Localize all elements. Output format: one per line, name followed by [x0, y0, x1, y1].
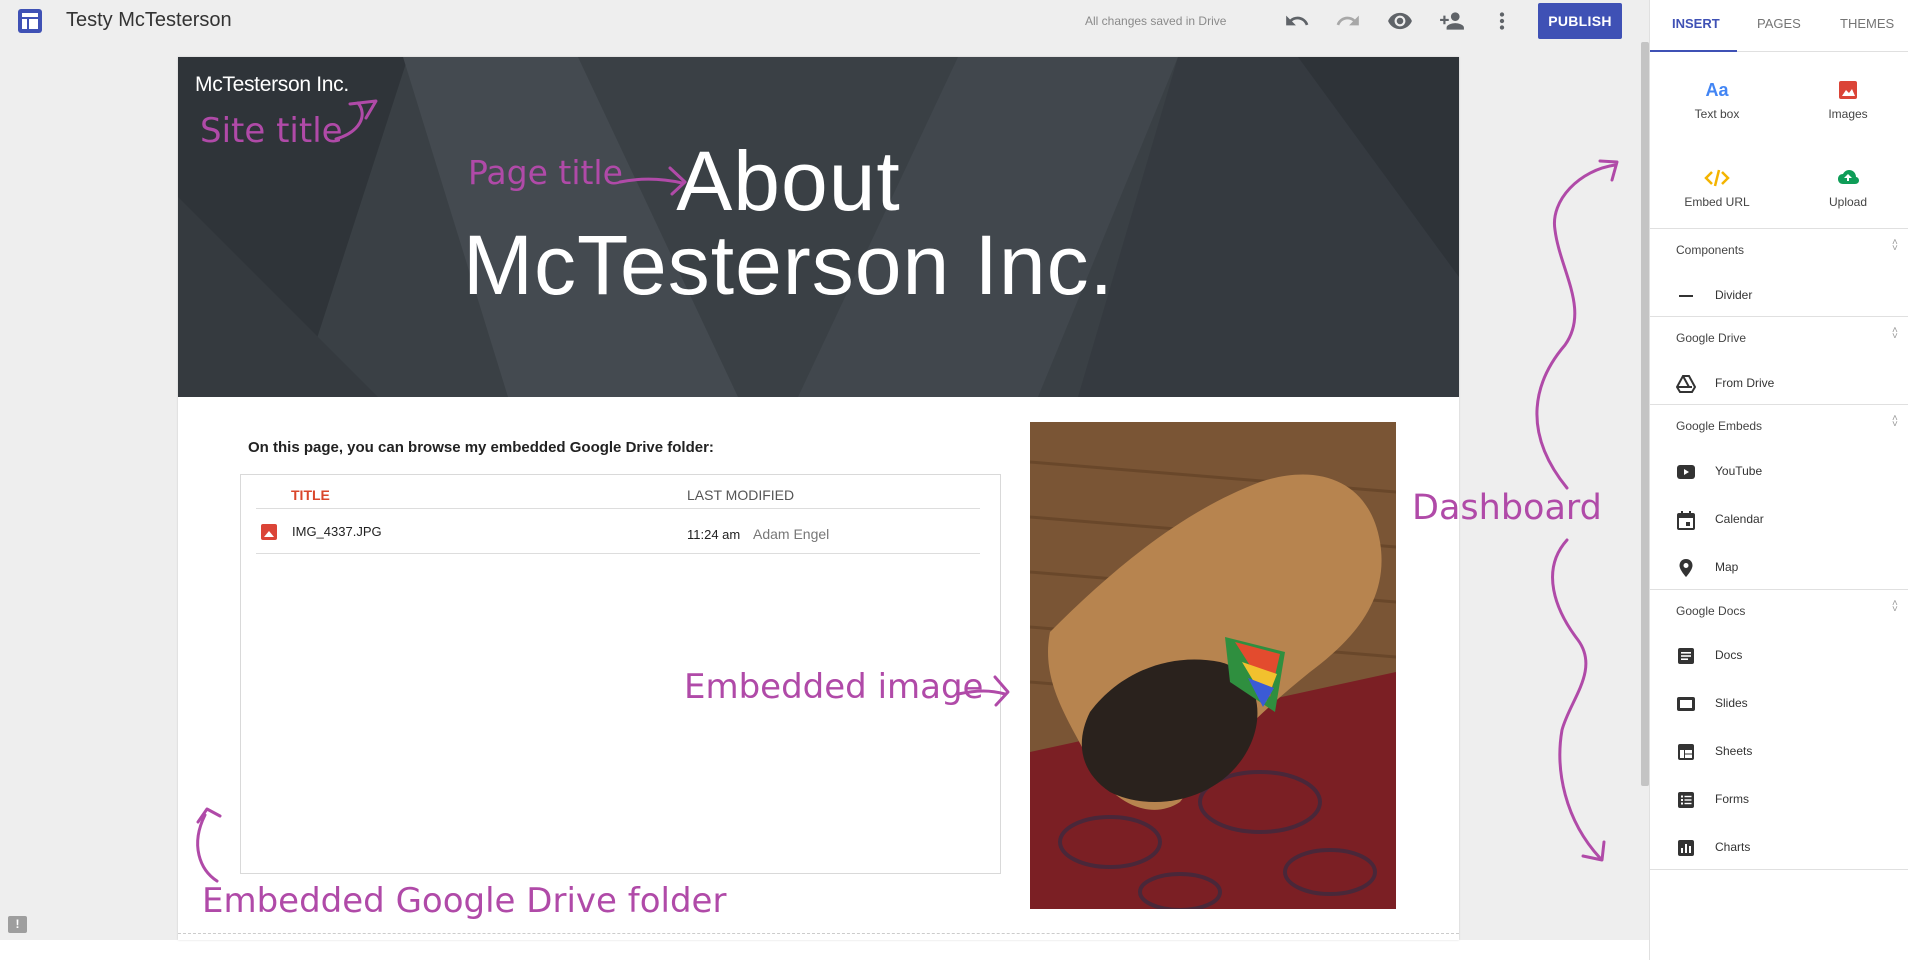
publish-button[interactable]: PUBLISH [1538, 3, 1622, 39]
page-title-line-2: McTesterson Inc. [463, 218, 1114, 312]
map-label: Map [1715, 560, 1739, 574]
insert-youtube-item[interactable]: YouTube [1650, 453, 1908, 489]
file-name[interactable]: IMG_4337.JPG [292, 524, 382, 539]
divider-icon [1676, 286, 1696, 306]
tab-insert[interactable]: INSERT [1672, 16, 1720, 31]
top-bar: Testy McTesterson All changes saved in D… [0, 0, 1649, 42]
page-header[interactable]: McTesterson Inc. About McTesterson Inc. [178, 57, 1459, 397]
tab-pages[interactable]: PAGES [1757, 16, 1801, 31]
drive-icon [1675, 374, 1697, 394]
insert-images-label: Images [1828, 107, 1868, 121]
image-icon [1834, 78, 1862, 102]
preview-eye-icon[interactable] [1387, 8, 1413, 34]
section-divider [178, 933, 1459, 934]
upload-label: Upload [1828, 195, 1868, 209]
section-google-embeds-title: Google Embeds [1676, 419, 1763, 433]
insert-calendar-item[interactable]: Calendar [1650, 501, 1908, 537]
page-title[interactable]: About McTesterson Inc. [178, 139, 1459, 307]
embed-url-label: Embed URL [1684, 195, 1750, 209]
insert-text-box-label: Text box [1694, 107, 1740, 121]
code-icon [1703, 166, 1731, 190]
from-drive-label: From Drive [1715, 376, 1775, 390]
embed-url-button[interactable]: Embed URL [1662, 166, 1772, 236]
collapse-icon[interactable]: ˄ ˅ [1892, 326, 1898, 342]
drive-table-header: TITLE LAST MODIFIED [256, 475, 980, 509]
insert-text-box-button[interactable]: Aa Text box [1662, 78, 1772, 148]
insert-forms-item[interactable]: Forms [1650, 781, 1908, 817]
embedded-image[interactable] [1030, 422, 1396, 909]
annotation-page-title: Page title [468, 153, 623, 192]
dog-photo-image [1030, 422, 1396, 909]
map-pin-icon [1676, 558, 1696, 578]
cloud-upload-icon [1834, 166, 1862, 190]
collapse-icon[interactable]: ˄ ˅ [1892, 414, 1898, 430]
active-tab-indicator [1650, 50, 1737, 52]
calendar-label: Calendar [1715, 512, 1764, 526]
site-name[interactable]: Testy McTesterson [66, 9, 232, 32]
insert-sheets-item[interactable]: Sheets [1650, 733, 1908, 769]
insert-slides-item[interactable]: Slides [1650, 685, 1908, 721]
page-title-line-1: About [676, 134, 901, 228]
forms-icon [1676, 790, 1696, 810]
section-components[interactable]: Components ˄ ˅ [1650, 228, 1908, 264]
section-google-drive[interactable]: Google Drive ˄ ˅ [1650, 316, 1908, 352]
annotation-embedded-image: Embedded image [684, 667, 984, 707]
insert-panel: INSERT PAGES THEMES Aa Text box Images E… [1649, 0, 1908, 960]
redo-icon[interactable] [1335, 8, 1361, 34]
insert-docs-item[interactable]: Docs [1650, 637, 1908, 673]
image-file-icon [261, 524, 277, 540]
share-add-person-icon[interactable] [1439, 8, 1465, 34]
file-modified-time: 11:24 am [687, 527, 741, 542]
drive-file-row[interactable]: IMG_4337.JPG 11:24 am Adam Engel [256, 510, 980, 554]
insert-images-button[interactable]: Images [1793, 78, 1903, 148]
svg-text:Aa: Aa [1705, 80, 1729, 100]
slides-icon [1676, 694, 1696, 714]
more-vert-icon[interactable] [1489, 8, 1515, 34]
panel-tabs: INSERT PAGES THEMES [1650, 0, 1908, 52]
youtube-icon [1676, 462, 1696, 482]
insert-from-drive-item[interactable]: From Drive [1650, 365, 1908, 401]
slides-label: Slides [1715, 696, 1748, 710]
insert-charts-item[interactable]: Charts [1650, 829, 1908, 865]
insert-divider-item[interactable]: Divider [1650, 277, 1908, 313]
charts-label: Charts [1715, 840, 1751, 854]
sites-logo-icon[interactable] [18, 9, 42, 33]
divider-label: Divider [1715, 288, 1753, 302]
undo-icon[interactable] [1284, 8, 1310, 34]
collapse-icon[interactable]: ˄ ˅ [1892, 599, 1898, 615]
section-google-embeds[interactable]: Google Embeds ˄ ˅ [1650, 404, 1908, 440]
text-box-icon: Aa [1703, 78, 1731, 102]
annotation-embedded-drive-folder: Embedded Google Drive folder [202, 881, 727, 921]
insert-map-item[interactable]: Map [1650, 549, 1908, 585]
section-google-drive-title: Google Drive [1676, 331, 1747, 345]
docs-icon [1676, 646, 1696, 666]
docs-label: Docs [1715, 648, 1743, 662]
tab-themes[interactable]: THEMES [1840, 16, 1894, 31]
annotation-dashboard: Dashboard [1412, 488, 1602, 528]
site-page: McTesterson Inc. About McTesterson Inc. … [178, 57, 1459, 940]
forms-label: Forms [1715, 792, 1749, 806]
panel-bottom-divider [1650, 869, 1908, 870]
feedback-icon[interactable]: ! [8, 916, 27, 933]
section-google-docs[interactable]: Google Docs ˄ ˅ [1650, 589, 1908, 625]
calendar-icon [1676, 510, 1696, 530]
column-last-modified[interactable]: LAST MODIFIED [687, 487, 794, 503]
site-title[interactable]: McTesterson Inc. [195, 73, 349, 97]
intro-text[interactable]: On this page, you can browse my embedded… [248, 439, 714, 456]
column-title[interactable]: TITLE [291, 487, 330, 503]
sheets-icon [1676, 742, 1696, 762]
youtube-label: YouTube [1715, 464, 1763, 478]
annotation-site-title: Site title [200, 111, 343, 151]
collapse-icon[interactable]: ˄ ˅ [1892, 238, 1898, 254]
section-components-title: Components [1676, 243, 1745, 257]
sheets-label: Sheets [1715, 744, 1753, 758]
file-modified-by: Adam Engel [753, 526, 830, 542]
upload-button[interactable]: Upload [1793, 166, 1903, 236]
section-google-docs-title: Google Docs [1676, 604, 1746, 618]
charts-icon [1676, 838, 1696, 858]
canvas-scrollbar[interactable] [1641, 42, 1649, 786]
save-status: All changes saved in Drive [1085, 14, 1227, 28]
